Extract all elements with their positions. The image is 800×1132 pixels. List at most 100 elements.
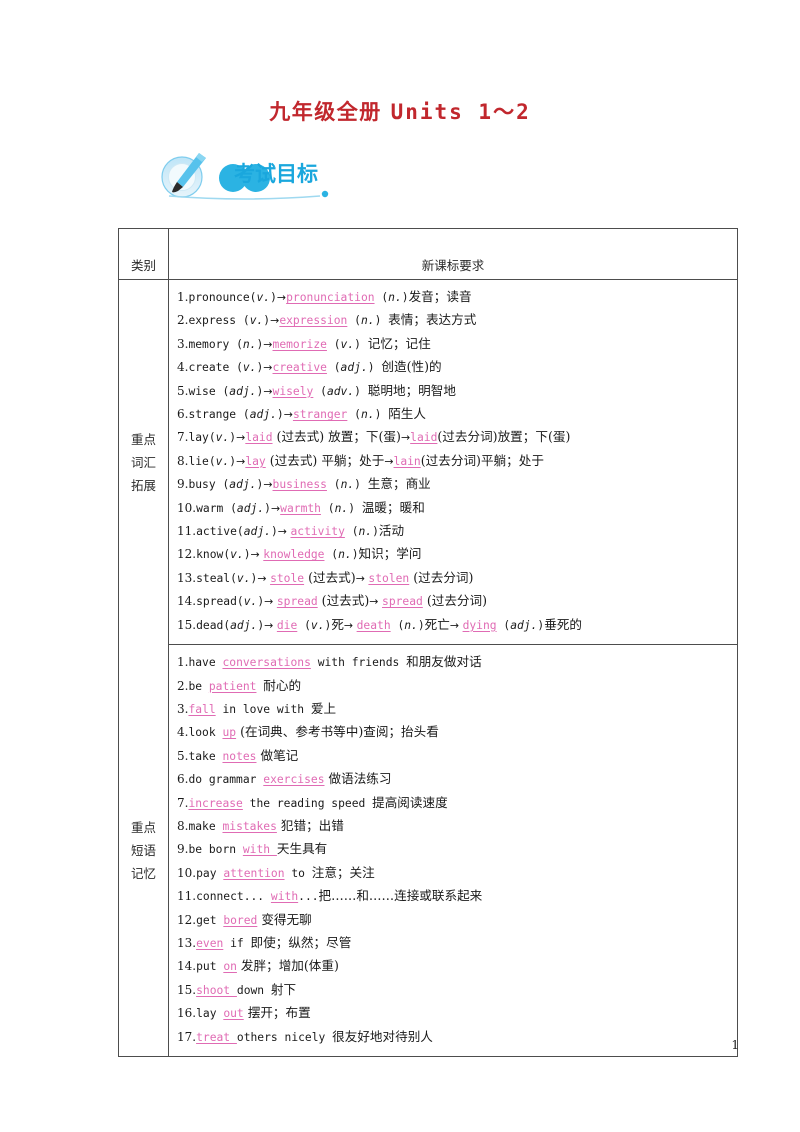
entry-text: busy [188, 478, 223, 492]
entry-text: v. [242, 361, 257, 375]
entry-text: adj. [249, 408, 277, 422]
entry-text: n. [334, 501, 349, 515]
entry-text: → [384, 454, 394, 468]
entry-line: 7.increase the reading speed 提高阅读速度 [177, 792, 737, 815]
entry-text: adj. [340, 361, 368, 375]
entry-text: 提高阅读速度 [372, 794, 448, 810]
entry-text: down [236, 983, 271, 997]
entry-text: dead [196, 618, 224, 632]
highlighted-word: memorize [272, 337, 327, 351]
entry-text: 活动 [378, 523, 405, 539]
entry-number: 4. [177, 360, 189, 375]
entry-text: n. [242, 337, 257, 351]
entry-text: 做笔记 [256, 747, 299, 763]
entry-number: 4. [177, 725, 189, 740]
entry-number: 16. [177, 1006, 197, 1021]
entry-text: be born [188, 843, 243, 857]
entry-text: → [400, 431, 411, 445]
entry-text: ) [270, 291, 277, 304]
entry-text: ( [324, 548, 339, 562]
entry-text: 做语法练习 [324, 771, 392, 787]
entry-text: to [284, 866, 312, 880]
page-number: 1 [731, 1038, 739, 1052]
entry-number: 10. [177, 500, 197, 515]
highlighted-word: attention [223, 866, 285, 880]
entry-text: 创造(性)的 [381, 359, 442, 375]
entry-text: → [270, 501, 281, 515]
section-logo-banner: 考试目标 [155, 146, 355, 204]
entry-text: → [263, 361, 273, 375]
entry-text: → [236, 454, 246, 468]
entry-line: 12.know(v.)→ knowledge (n.)知识；学问 [177, 543, 737, 566]
highlighted-word: even [196, 936, 224, 950]
highlighted-word: with [270, 890, 299, 904]
entry-text: 死 [331, 616, 344, 632]
entry-number: 6. [177, 772, 189, 787]
entry-text: 死亡 [424, 616, 450, 632]
highlighted-word: stole [270, 571, 305, 585]
entry-text: adj. [243, 525, 271, 539]
entry-line: 9.busy (adj.)→business (n.) 生意；商业 [177, 473, 737, 496]
highlighted-word: bored [223, 913, 258, 927]
entry-text: → [257, 571, 271, 585]
entry-text: have [188, 656, 223, 670]
entry-text: → [236, 431, 246, 445]
header-requirement: 新课标要求 [168, 228, 738, 280]
entry-line: 9.be born with 天生具有 [177, 838, 737, 861]
entry-line: 7.lay(v.)→laid (过去式) 放置；下(蛋)→laid(过去分词)放… [177, 426, 737, 449]
entry-text: 陌生人 [388, 406, 426, 422]
entry-text: ( [320, 501, 335, 515]
table-section-row: 重点 词汇 拓展 1.pronounce(v.)→pronunciation (n.)… [118, 279, 738, 645]
page-title: 九年级全册 Units 1～2 [0, 96, 800, 126]
entry-text: pronounce [188, 291, 250, 304]
entry-line: 17.treat others nicely 很友好地对待别人 [177, 1026, 737, 1049]
entry-number: 17. [177, 1029, 197, 1044]
entry-text: the reading speed [242, 796, 373, 810]
entry-text: → [277, 525, 291, 539]
category-label-2: 重点 短语 记忆 [118, 644, 169, 1057]
table-section-row: 重点 短语 记忆 1.have conversations with friends … [118, 644, 738, 1057]
entry-text: v. [340, 337, 355, 351]
entry-text: v. [249, 314, 264, 328]
entry-text: 即使；纵然；尽管 [250, 934, 352, 950]
highlighted-word: warmth [280, 501, 321, 515]
entry-line: 1.have conversations with friends 和朋友做对话 [177, 651, 737, 674]
entry-text: adv. [326, 384, 355, 398]
entry-number: 5. [177, 748, 189, 763]
entry-number: 2. [177, 678, 189, 693]
entry-number: 8. [177, 453, 189, 468]
entry-text: adj. [236, 501, 265, 515]
entry-text: ( [208, 454, 216, 468]
entry-text: 聪明地；明智地 [367, 382, 456, 398]
entry-text: → [283, 408, 293, 422]
entry-text: be [188, 679, 209, 693]
entry-text: others nicely [236, 1030, 333, 1044]
entry-line: 16.lay out 摆开；布置 [177, 1002, 737, 1025]
entry-text: lie [188, 454, 209, 468]
entry-text: ( [344, 525, 359, 539]
header-category: 类别 [118, 228, 169, 280]
entry-line: 5.wise (adj.)→wisely (adv.) 聪明地；明智地 [177, 380, 737, 403]
entry-text: → [264, 595, 277, 609]
entry-text: ( [390, 618, 405, 632]
entry-text: v. [215, 454, 230, 468]
entry-number: 5. [177, 383, 189, 398]
entry-number: 13. [177, 935, 197, 950]
entry-number: 13. [177, 570, 197, 585]
entry-text: 犯错；出错 [276, 817, 344, 833]
category-label-line: 重点 [130, 431, 156, 447]
entry-text: v. [243, 595, 258, 609]
entry-text: 耐心的 [263, 677, 302, 693]
entry-line: 3.memory (n.)→memorize (v.) 记忆；记住 [177, 333, 737, 356]
highlighted-word: increase [188, 796, 243, 810]
entry-text: (过去式) 放置；下(蛋) [272, 429, 401, 445]
entry-text: 注意；关注 [311, 864, 375, 880]
entry-text: ) [374, 314, 389, 328]
entry-text: wise [188, 384, 223, 398]
entry-text: ( [496, 618, 511, 632]
highlighted-word: on [223, 960, 237, 974]
entry-text: take [188, 749, 223, 763]
entry-number: 3. [177, 336, 189, 351]
category-label-line: 词汇 [130, 454, 156, 470]
entry-text: adj. [229, 384, 257, 398]
